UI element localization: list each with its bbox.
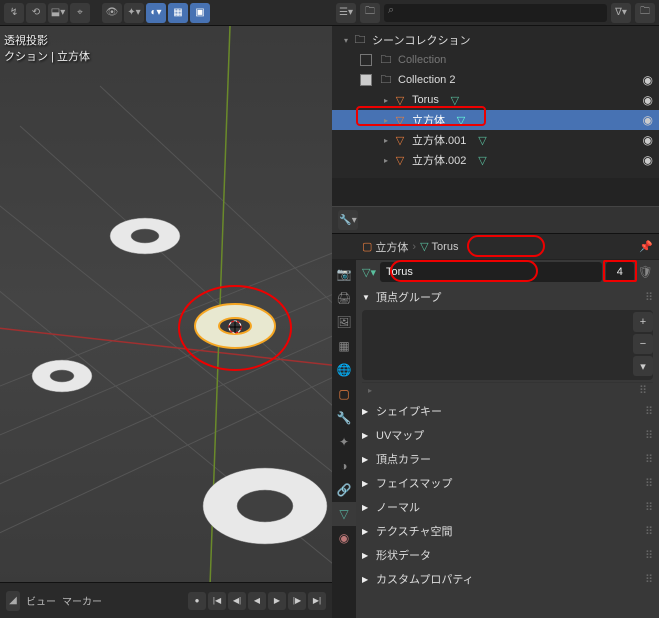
tree-row-scene[interactable]: ▾ 🗀 シーンコレクション [332,30,659,50]
collection2-checkbox[interactable] [360,74,372,86]
properties-header: 🔧▾ [332,206,659,234]
xray-icon[interactable]: ▦ [168,3,188,23]
mesh-icon: ▽ [392,134,408,147]
tab-particles-icon[interactable]: ✦ [332,430,356,454]
timeline-footer: ◢ ビュー マーカー ● |◀ ◀| ◀ ▶ |▶ ▶| [0,582,332,618]
tab-physics-icon[interactable]: ◑ [332,454,356,478]
collection-icon: 🗀 [378,71,394,90]
new-collection-icon[interactable]: 🗀 [360,3,380,23]
gizmo-icon[interactable]: ✦▾ [124,3,144,23]
collection-checkbox[interactable] [360,54,372,66]
play-rev-icon[interactable]: ◀ [248,592,266,610]
tab-viewlayer-icon[interactable]: 🖼 [332,310,356,334]
breadcrumb-object[interactable]: ▢ 立方体 [362,239,408,255]
tab-render-icon[interactable]: 📷 [332,262,356,286]
keyframe-next-icon[interactable]: |▶ [288,592,306,610]
snap-icon[interactable]: ⌖ [70,3,90,23]
tree-row-cube002[interactable]: ▸ ▽ 立方体.002 ▽ ◉ [332,150,659,170]
display-mode-icon[interactable]: ☰▾ [336,3,356,23]
meshdata-icon: ▽ [453,114,469,127]
editor-type-icon[interactable]: 🔧▾ [338,210,358,230]
outliner-tree: ▾ 🗀 シーンコレクション 🗀 Collection 🗀 Collection … [332,26,659,178]
viewport-header: ↯ ⟲ ⬓▾ ⌖ 👁 ✦▾ ◐▾ ▦ ▣ [0,0,332,26]
eye-icon[interactable]: ◉ [643,113,653,127]
panel-vertex-groups: ▼ 頂点グループ ⠿ + − ▾ ▸⠿ [362,286,653,398]
eye-icon[interactable]: ◉ [643,153,653,167]
outliner-header: ☰▾ 🗀 ∇▾ 🗀 [332,0,659,26]
tree-row-collection[interactable]: 🗀 Collection [332,50,659,70]
timeline-corner-icon[interactable]: ◢ [6,591,20,611]
placeholder [338,237,358,257]
properties-content: ▽▾ 4 🛡 ▼ 頂点グループ ⠿ [356,260,659,618]
users-count[interactable]: 4 [606,262,634,282]
new-collection-add-icon[interactable]: 🗀 [635,3,655,23]
vgroups-list[interactable] [362,310,631,380]
meshdata-icon: ▽ [474,134,490,147]
viewport-canvas[interactable] [0,26,332,582]
shading-icon[interactable]: ▣ [190,3,210,23]
dropdown-button[interactable]: ▾ [633,356,653,376]
viewport-3d[interactable]: ↯ ⟲ ⬓▾ ⌖ 👁 ✦▾ ◐▾ ▦ ▣ 透視投影 クション | 立方体 [0,0,332,618]
panel-customprops[interactable]: ▶カスタムプロパティ⠿ [362,568,653,590]
remove-button[interactable]: − [633,334,653,354]
overlay-toggle-icon[interactable]: ◐▾ [146,3,166,23]
mesh-icon: ▽ [392,114,408,127]
meshdata-icon[interactable]: ▽▾ [362,266,376,279]
mesh-data-icon: ▽ [420,240,428,253]
mesh-icon: ▽ [392,154,408,167]
tab-material-icon[interactable]: ◉ [332,526,356,550]
mesh-name-input[interactable] [380,262,602,282]
breadcrumb: ▢ 立方体 › ▽ Torus 📌 [332,234,659,260]
tab-modifier-icon[interactable]: 🔧 [332,406,356,430]
collection-icon: 🗀 [378,51,394,70]
jump-start-icon[interactable]: |◀ [208,592,226,610]
object-icon: ▢ [362,240,372,253]
eye-icon[interactable]: ◉ [643,133,653,147]
scene-icon: 🗀 [352,31,368,50]
tree-row-torus[interactable]: ▸ ▽ Torus ▽ ◉ [332,90,659,110]
panel-texspace[interactable]: ▶テクスチャ空間⠿ [362,520,653,542]
tab-output-icon[interactable]: 🖨 [332,286,356,310]
tree-row-cube001[interactable]: ▸ ▽ 立方体.001 ▽ ◉ [332,130,659,150]
filter-icon[interactable]: ∇▾ [611,3,631,23]
tab-scene-icon[interactable]: ▦ [332,334,356,358]
tree-row-cube[interactable]: ▸ ▽ 立方体 ▽ ◉ [332,110,659,130]
panel-facemaps[interactable]: ▶フェイスマップ⠿ [362,472,653,494]
panel-vcolors[interactable]: ▶頂点カラー⠿ [362,448,653,470]
play-fwd-icon[interactable]: ▶ [268,592,286,610]
marker-menu[interactable]: マーカー [62,593,102,608]
tree-row-collection2[interactable]: 🗀 Collection 2 ◉ [332,70,659,90]
panel-header[interactable]: ▼ 頂点グループ ⠿ [362,286,653,308]
meshdata-icon: ▽ [447,94,463,107]
autokey-icon[interactable]: ● [188,592,206,610]
panel-geomdata[interactable]: ▶形状データ⠿ [362,544,653,566]
tab-constraints-icon[interactable]: 🔗 [332,478,356,502]
properties-tabs: 📷 🖨 🖼 ▦ 🌐 ▢ 🔧 ✦ ◑ 🔗 ▽ ◉ [332,260,356,618]
panel-shapekeys[interactable]: ▶シェイプキー⠿ [362,400,653,422]
panel-normals[interactable]: ▶ノーマル⠿ [362,496,653,518]
visibility-icon[interactable]: 👁 [102,3,122,23]
panel-uvmaps[interactable]: ▶UVマップ⠿ [362,424,653,446]
annotation-oval [467,235,545,257]
eye-icon[interactable]: ◉ [643,93,653,107]
add-button[interactable]: + [633,312,653,332]
view-menu[interactable]: ビュー [26,593,56,608]
rotate-icon[interactable]: ⟲ [26,3,46,23]
outliner-search-input[interactable] [384,4,607,22]
panel-menu-icon[interactable]: ⠿ [645,291,653,304]
cursor-tool-icon[interactable]: ↯ [4,3,24,23]
tab-world-icon[interactable]: 🌐 [332,358,356,382]
fake-user-icon[interactable]: 🛡 [638,265,653,279]
pivot-icon[interactable]: ⬓▾ [48,3,68,23]
mesh-icon: ▽ [392,94,408,107]
eye-icon[interactable]: ◉ [643,73,653,87]
breadcrumb-data[interactable]: ▽ Torus [420,240,458,253]
tab-meshdata-icon[interactable]: ▽ [332,502,356,526]
datablock-name-row: ▽▾ 4 🛡 [358,260,657,284]
tab-object-icon[interactable]: ▢ [332,382,356,406]
meshdata-icon: ▽ [474,154,490,167]
keyframe-prev-icon[interactable]: ◀| [228,592,246,610]
pin-icon[interactable]: 📌 [639,240,653,253]
jump-end-icon[interactable]: ▶| [308,592,326,610]
